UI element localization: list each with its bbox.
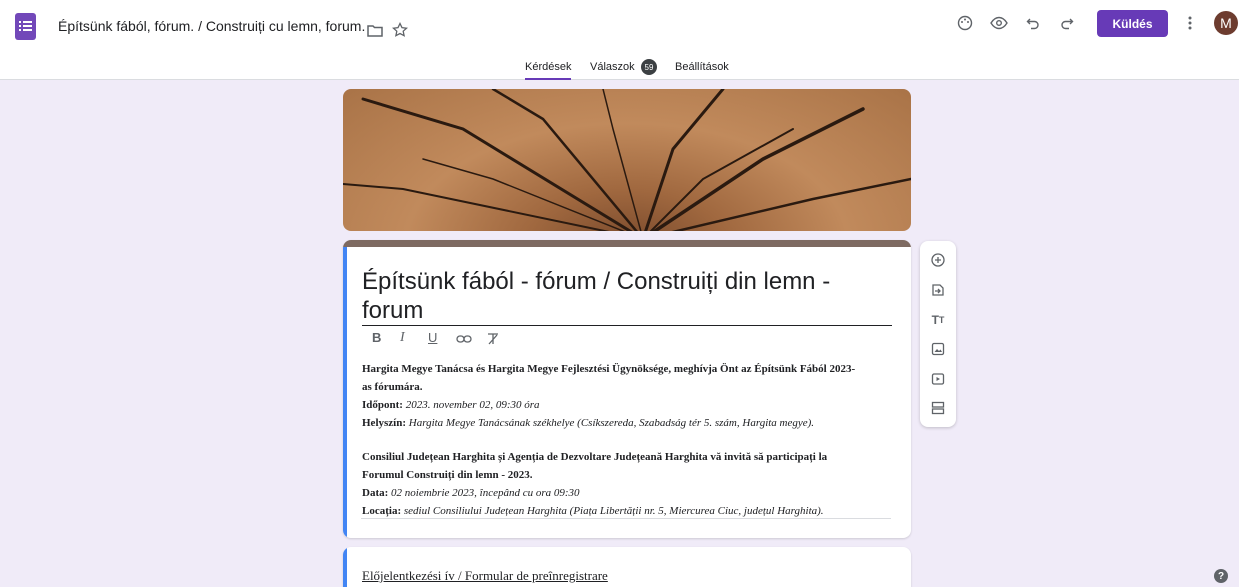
add-question-icon[interactable] <box>920 248 956 272</box>
import-questions-icon[interactable] <box>920 278 956 302</box>
description-underline <box>361 518 891 519</box>
clear-format-icon[interactable] <box>481 327 505 351</box>
section-card: Előjelentkezési ív / Formular de preînre… <box>343 547 911 587</box>
undo-icon[interactable] <box>1021 11 1045 35</box>
document-title[interactable]: Építsünk fából, fórum. / Construiți cu l… <box>58 18 365 34</box>
desc-hu-intro-1: Hargita Megye Tanácsa és Hargita Megye F… <box>362 363 856 375</box>
desc-hu-time: Időpont: 2023. november 02, 09:30 óra <box>362 399 540 411</box>
send-button[interactable]: Küldés <box>1097 10 1168 37</box>
add-video-icon[interactable] <box>920 367 956 391</box>
desc-hu-intro-2: as fórumára. <box>362 381 423 393</box>
add-section-icon[interactable] <box>920 396 956 420</box>
tab-responses[interactable]: Válaszok <box>590 61 635 73</box>
card-focus-stripe <box>343 247 347 538</box>
avatar[interactable]: M <box>1214 11 1238 35</box>
italic-button[interactable]: I <box>400 330 405 346</box>
star-icon[interactable] <box>388 18 412 42</box>
card-top-stripe <box>343 240 911 247</box>
more-vert-icon[interactable] <box>1178 11 1202 35</box>
bold-button[interactable]: B <box>372 330 381 345</box>
desc-hu-place: Helyszín: Hargita Megye Tanácsának székh… <box>362 417 815 429</box>
redo-icon[interactable] <box>1055 11 1079 35</box>
section-title[interactable]: Előjelentkezési ív / Formular de preînre… <box>362 568 608 584</box>
form-title-line-1: Építsünk fából - fórum / Construiți din … <box>362 268 831 295</box>
link-icon[interactable] <box>452 327 476 351</box>
preview-eye-icon[interactable] <box>987 11 1011 35</box>
side-toolbar: TT <box>920 241 956 427</box>
desc-ro-place: Locația: sediul Consiliului Județean Har… <box>362 505 824 517</box>
folder-icon[interactable] <box>363 19 387 43</box>
add-title-icon[interactable]: TT <box>920 308 956 332</box>
desc-ro-date: Data: 02 noiembrie 2023, începând cu ora… <box>362 487 580 499</box>
help-icon[interactable]: ? <box>1214 569 1228 583</box>
add-image-icon[interactable] <box>920 337 956 361</box>
desc-ro-intro-2: Forumul Construiți din lemn - 2023. <box>362 469 533 481</box>
form-title-input[interactable]: Építsünk fából - fórum / Construiți din … <box>362 267 892 326</box>
form-title-line-2: forum <box>362 297 424 324</box>
tab-questions[interactable]: Kérdések <box>525 61 572 80</box>
header-image <box>343 89 911 231</box>
form-app-icon[interactable] <box>15 13 36 40</box>
responses-count-badge: 59 <box>641 59 657 75</box>
desc-ro-intro-1: Consiliul Județean Harghita și Agenția d… <box>362 451 828 463</box>
underline-button[interactable]: U <box>428 330 437 345</box>
palette-icon[interactable] <box>953 11 977 35</box>
section-stripe <box>343 547 347 587</box>
tab-settings[interactable]: Beállítások <box>675 61 729 73</box>
